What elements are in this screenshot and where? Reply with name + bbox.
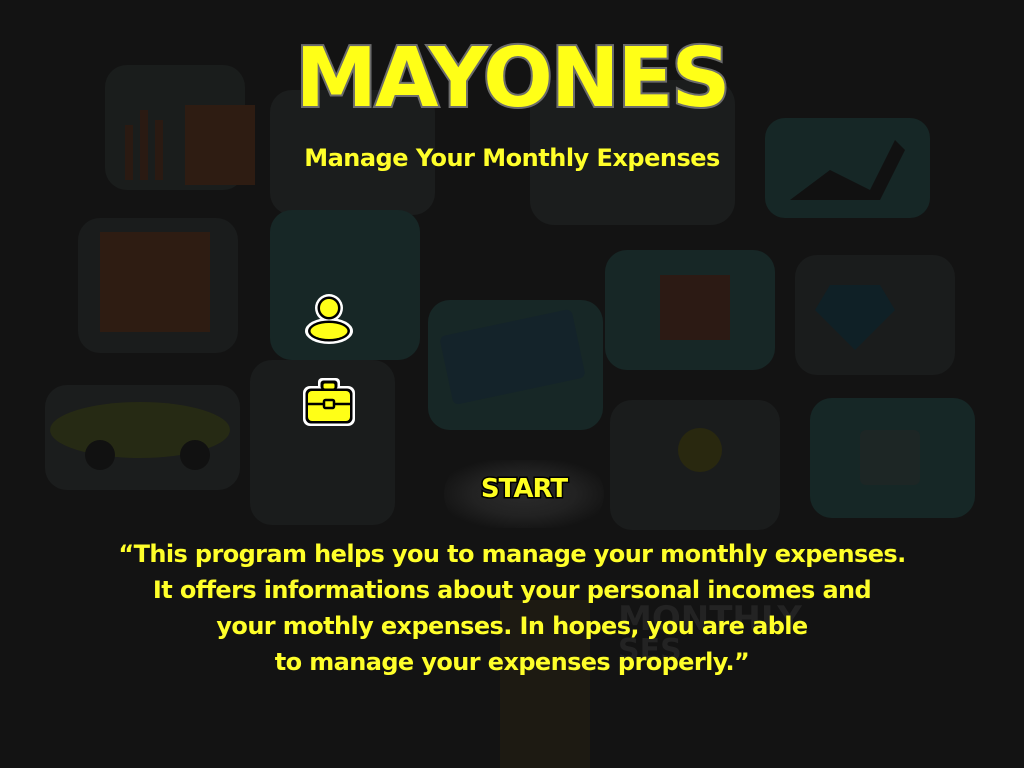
description-line: your mothly expenses. In hopes, you are … bbox=[216, 612, 808, 640]
description-line: to manage your expenses properly.” bbox=[274, 648, 750, 676]
app-subtitle: Manage Your Monthly Expenses bbox=[304, 144, 720, 172]
program-description: “This program helps you to manage your m… bbox=[0, 536, 1024, 680]
description-line: “This program helps you to manage your m… bbox=[118, 540, 906, 568]
description-line: It offers informations about your person… bbox=[152, 576, 872, 604]
splash-screen: MONTHLY SES MAYONES Manage Your Monthly … bbox=[0, 0, 1024, 768]
app-title: MAYONES bbox=[293, 31, 732, 126]
briefcase-icon[interactable] bbox=[300, 374, 358, 432]
user-icon[interactable] bbox=[300, 290, 358, 348]
start-button[interactable]: START bbox=[444, 473, 604, 506]
